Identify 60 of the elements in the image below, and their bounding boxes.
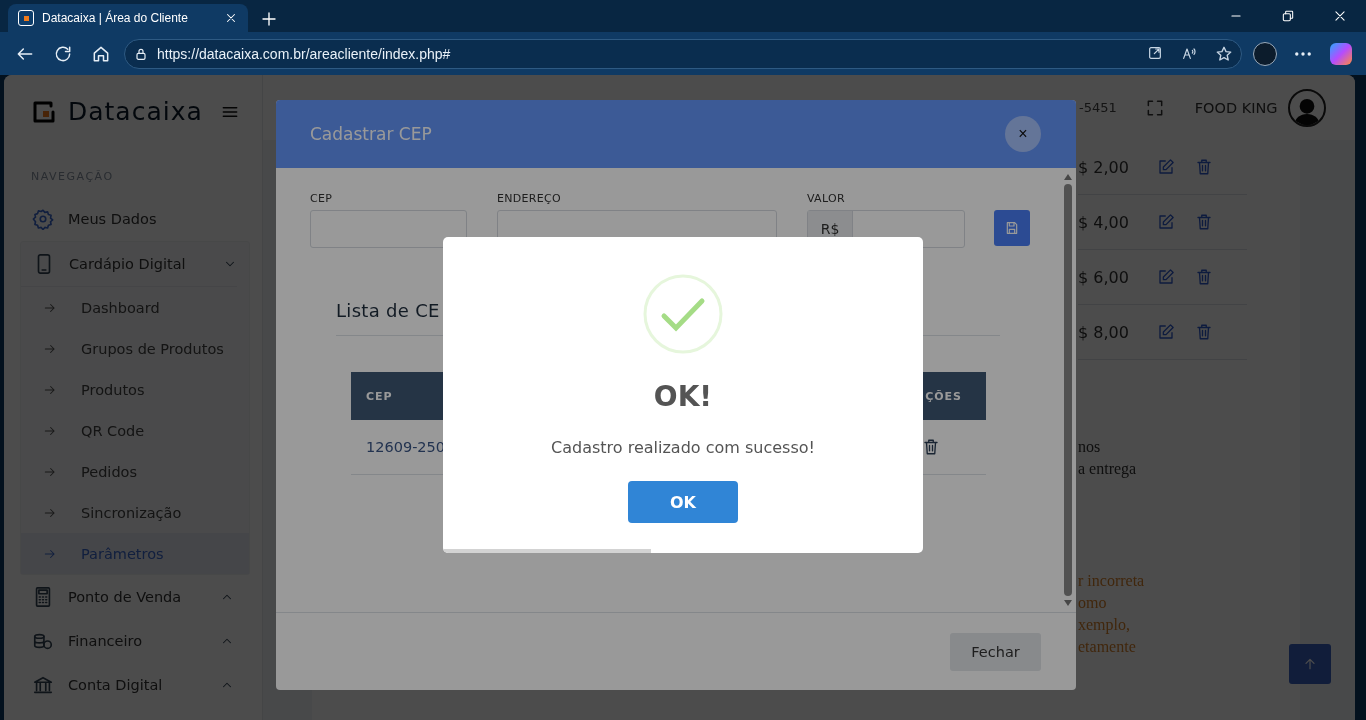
close-icon — [1333, 9, 1347, 23]
star-icon — [1215, 44, 1233, 63]
favicon-icon — [18, 10, 34, 26]
address-bar[interactable]: https://datacaixa.com.br/areacliente/index.php# — [124, 38, 1242, 69]
price-text: $ 2,00 — [1078, 157, 1130, 177]
trash-icon — [922, 438, 940, 456]
price-text: $ 6,00 — [1078, 267, 1130, 287]
warning-text: r incorreta — [1078, 571, 1146, 591]
warning-text: omo — [1078, 593, 1108, 613]
delete-button[interactable] — [922, 438, 940, 456]
trash-icon — [1195, 268, 1213, 286]
checkmark-icon — [643, 274, 723, 354]
trash-icon — [1195, 158, 1213, 176]
trash-icon — [1195, 213, 1213, 231]
plus-icon — [260, 10, 278, 28]
close-icon — [224, 11, 238, 25]
sidebar-item[interactable]: Cardápio Digital — [21, 242, 237, 287]
price-text: $ 8,00 — [1078, 322, 1130, 342]
restore-icon — [1281, 9, 1295, 23]
open-in-app-icon — [1147, 44, 1163, 61]
input-field[interactable] — [310, 210, 467, 248]
table-cell: 12609-250 — [366, 439, 446, 455]
field-label: ENDEREÇO — [497, 192, 562, 205]
sidebar-item[interactable]: Ponto de Venda — [20, 575, 246, 619]
phone-number: -5451 — [1079, 100, 1117, 115]
bank-icon — [32, 674, 54, 696]
scroll-top-button[interactable] — [1289, 644, 1331, 684]
column-header: CEP — [366, 389, 393, 403]
gear-icon — [32, 208, 54, 230]
ok-button[interactable]: OK — [628, 481, 738, 523]
browser-tab[interactable]: Datacaixa | Área do Cliente — [8, 4, 248, 32]
logo-icon — [32, 99, 56, 124]
more-icon — [1295, 51, 1311, 56]
column-header: ÇÕES — [925, 389, 962, 403]
edit-icon — [1157, 268, 1175, 286]
warning-text: xemplo, — [1078, 615, 1131, 636]
user-name: FOOD KING — [1194, 99, 1278, 116]
field-label: CEP — [310, 192, 334, 205]
new-tab-button[interactable] — [260, 10, 278, 28]
sidebar-item[interactable]: Financeiro — [20, 619, 246, 663]
close-button[interactable]: Fechar — [950, 632, 1041, 671]
brand-name: Datacaixa — [68, 97, 203, 126]
warning-text: etamente — [1078, 637, 1137, 657]
trash-icon — [1195, 323, 1213, 341]
price-text: $ 4,00 — [1078, 212, 1130, 232]
edit-icon — [1157, 158, 1175, 176]
note-text: a entrega — [1078, 459, 1138, 480]
close-button[interactable]: × — [1005, 116, 1041, 152]
alert-message: Cadastro realizado com sucesso! — [551, 438, 815, 457]
sidebar-item[interactable]: Conta Digital — [20, 663, 246, 707]
note-text: nos — [1078, 437, 1102, 457]
alert-title: OK! — [653, 380, 713, 413]
modal-title: Cadastrar CEP — [310, 124, 433, 144]
sidebar-item[interactable]: Meus Dados — [20, 197, 246, 241]
edit-icon — [1157, 323, 1175, 341]
edit-icon — [1157, 213, 1175, 231]
save-button[interactable] — [994, 210, 1030, 246]
arrow-up-icon — [1302, 656, 1318, 672]
field-label: VALOR — [807, 192, 846, 205]
avatar[interactable] — [1287, 88, 1326, 127]
